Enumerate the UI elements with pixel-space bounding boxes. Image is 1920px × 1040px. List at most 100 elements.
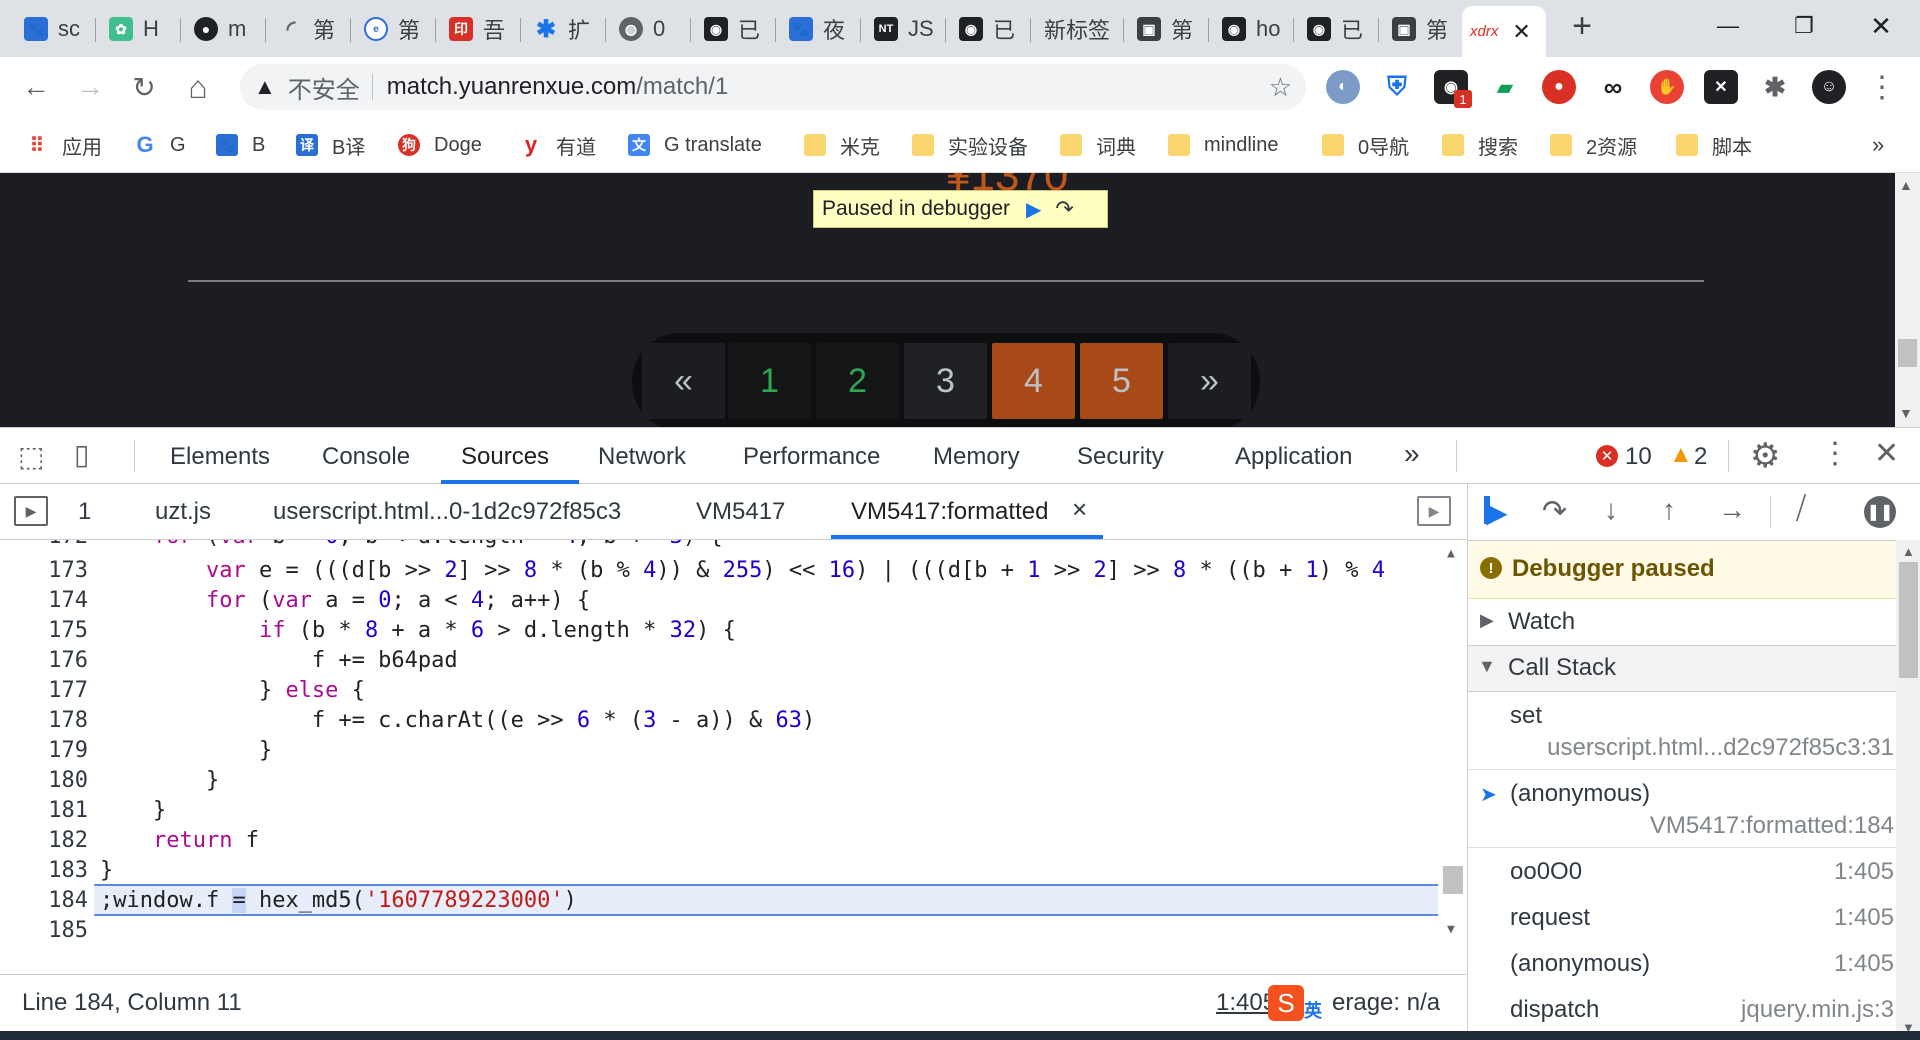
bookmark-folder[interactable]: 米克 [804,129,880,161]
scroll-down-icon[interactable]: ▼ [1447,922,1455,937]
step-over-icon[interactable]: ↷ [1055,196,1073,222]
puzzle-icon[interactable]: ✱ [1758,70,1792,104]
inspect-element-icon[interactable]: ⬚ [18,440,44,473]
tab-network[interactable]: Network [598,443,686,471]
scroll-thumb[interactable] [1898,339,1917,367]
call-frame-current[interactable]: ➤ (anonymous) VM5417:formatted:184 [1468,772,1896,848]
sidebar-scrollbar[interactable]: ▲ ▼ [1896,540,1920,1040]
browser-tab[interactable]: 印吾 [441,8,521,50]
tab-security[interactable]: Security [1077,443,1164,471]
file-tab[interactable]: VM5417 [696,498,785,526]
step-over-button[interactable]: ↷ [1542,494,1567,529]
tab-elements[interactable]: Elements [170,443,270,471]
home-button[interactable]: ⌂ [178,67,218,107]
call-frame[interactable]: oo0O0 1:405 [1468,850,1896,896]
new-tab-button[interactable]: + [1552,7,1612,45]
link-icon[interactable]: ∞ [1596,70,1630,104]
bookmark-apps[interactable]: ⠿ 应用 [26,129,102,161]
browser-tab[interactable]: 🐾 夜 [781,8,861,50]
step-button[interactable]: → [1718,494,1746,526]
page-scrollbar[interactable]: ▲ ▼ [1895,173,1920,427]
bookmark-item[interactable]: 狗 Doge [398,129,482,161]
step-out-button[interactable]: ↑ [1662,494,1676,526]
scroll-thumb[interactable] [1443,866,1463,894]
tab-performance[interactable]: Performance [743,443,880,471]
devtools-menu-icon[interactable]: ⋮ [1820,436,1850,471]
flag-icon[interactable]: ▰ [1488,70,1522,104]
extension-icon[interactable]: ◐ [1326,70,1360,104]
browser-tab[interactable]: ◉ ho [1214,8,1294,50]
browser-tab-active[interactable]: xdrx ✕ [1462,6,1546,57]
editor-vscroll[interactable]: ▲ ▼ [1440,540,1466,937]
warning-count[interactable]: 2 [1694,443,1707,471]
forward-button[interactable]: → [70,67,110,107]
step-into-button[interactable]: ↓ [1604,494,1618,526]
scroll-up-icon[interactable]: ▲ [1899,177,1913,193]
tab-console[interactable]: Console [322,443,410,471]
error-count[interactable]: 10 [1625,443,1652,471]
file-tab[interactable]: uzt.js [155,498,211,526]
bookmark-item[interactable]: 译 B译 [296,129,365,161]
bookmark-item[interactable]: 文G translate [628,129,762,161]
minimize-button[interactable]: — [1698,8,1758,44]
tab-sources[interactable]: Sources [461,443,549,471]
window-close-button[interactable]: ✕ [1851,8,1911,44]
browser-tab[interactable]: ✿ H [101,8,181,50]
call-frame[interactable]: set userscript.html...d2c972f85c3:31 [1468,694,1896,770]
call-frame[interactable]: (anonymous) 1:405 [1468,942,1896,988]
tab-application[interactable]: Application [1235,443,1352,471]
back-button[interactable]: ← [16,67,56,107]
browser-tab[interactable]: ✱ 扩 [526,8,606,50]
close-file-icon[interactable]: × [1072,494,1087,525]
file-tab[interactable]: userscript.html...0-1d2c972f85c3 [273,498,621,526]
resume-icon[interactable]: ▶ [1026,197,1041,222]
scroll-thumb[interactable] [1899,562,1918,678]
bookmark-folder[interactable]: 实验设备 [912,129,1028,161]
deactivate-breakpoints-button[interactable]: ⧸ [1796,492,1806,526]
shield-icon[interactable]: ⛨ [1380,70,1414,104]
bookmark-folder[interactable]: 0导航 [1322,129,1409,161]
close-devtools-icon[interactable]: ✕ [1874,436,1899,471]
device-toolbar-icon[interactable]: ▯ [74,438,89,471]
browser-tab[interactable]: ◉ 已 [1299,8,1379,50]
avatar[interactable]: ☺ [1812,70,1846,104]
browser-tab[interactable]: 新标签 [1036,8,1124,50]
chrome-menu-button[interactable]: ⋮ [1862,67,1902,107]
tab-close-icon[interactable]: ✕ [1512,19,1530,45]
bookmark-star-icon[interactable]: ☆ [1269,72,1292,103]
toggle-debugger-icon[interactable]: ▶ [1417,496,1451,526]
pager-page-4[interactable]: 4 [992,343,1075,419]
call-frame[interactable]: request 1:405 [1468,896,1896,942]
bookmark-folder[interactable]: mindline [1168,129,1278,161]
pager-page-3[interactable]: 3 [904,343,987,419]
scroll-down-icon[interactable]: ▼ [1899,405,1913,421]
settings-gear-icon[interactable]: ⚙ [1750,436,1780,476]
watch-section-header[interactable]: ▶ Watch [1468,600,1896,646]
ime-icon[interactable]: S [1268,985,1304,1021]
browser-tab[interactable]: ◉ 已 [696,8,776,50]
bookmark-folder[interactable]: 搜索 [1442,129,1518,161]
address-bar[interactable]: ▲ 不安全 match.yuanrenxue.com/match/1 ☆ [240,64,1306,110]
reload-button[interactable]: ↻ [124,67,164,107]
pager-page-5[interactable]: 5 [1080,343,1163,419]
browser-tab[interactable]: ▣ 第 [1384,8,1464,50]
browser-tab[interactable]: 🐾 sc [16,8,96,50]
tampermonkey-icon[interactable]: ✕ [1704,70,1738,104]
cookie-icon[interactable]: ● [1542,70,1576,104]
browser-tab[interactable]: ◍ 0 [611,8,691,50]
bookmark-item[interactable]: y 有道 [520,129,596,161]
call-frame[interactable]: dispatch jquery.min.js:3 [1468,988,1896,1034]
bookmarks-overflow-button[interactable]: » [1872,129,1884,161]
browser-tab[interactable]: ▣ 第 [1129,8,1209,50]
pager-next[interactable]: » [1168,343,1251,419]
tab-memory[interactable]: Memory [933,443,1020,471]
adblock-icon[interactable]: ✋ [1650,70,1684,104]
bookmark-item[interactable]: GG [134,129,185,161]
bookmark-item[interactable]: 🐾 B [216,129,265,161]
pager-page-1[interactable]: 1 [728,343,811,419]
browser-tab[interactable]: e第 [356,8,436,50]
bookmark-folder[interactable]: 脚本 [1676,129,1752,161]
pager-prev[interactable]: « [642,343,725,419]
browser-tab[interactable]: ◉ 已 [951,8,1031,50]
bookmark-folder[interactable]: 2资源 [1550,129,1637,161]
